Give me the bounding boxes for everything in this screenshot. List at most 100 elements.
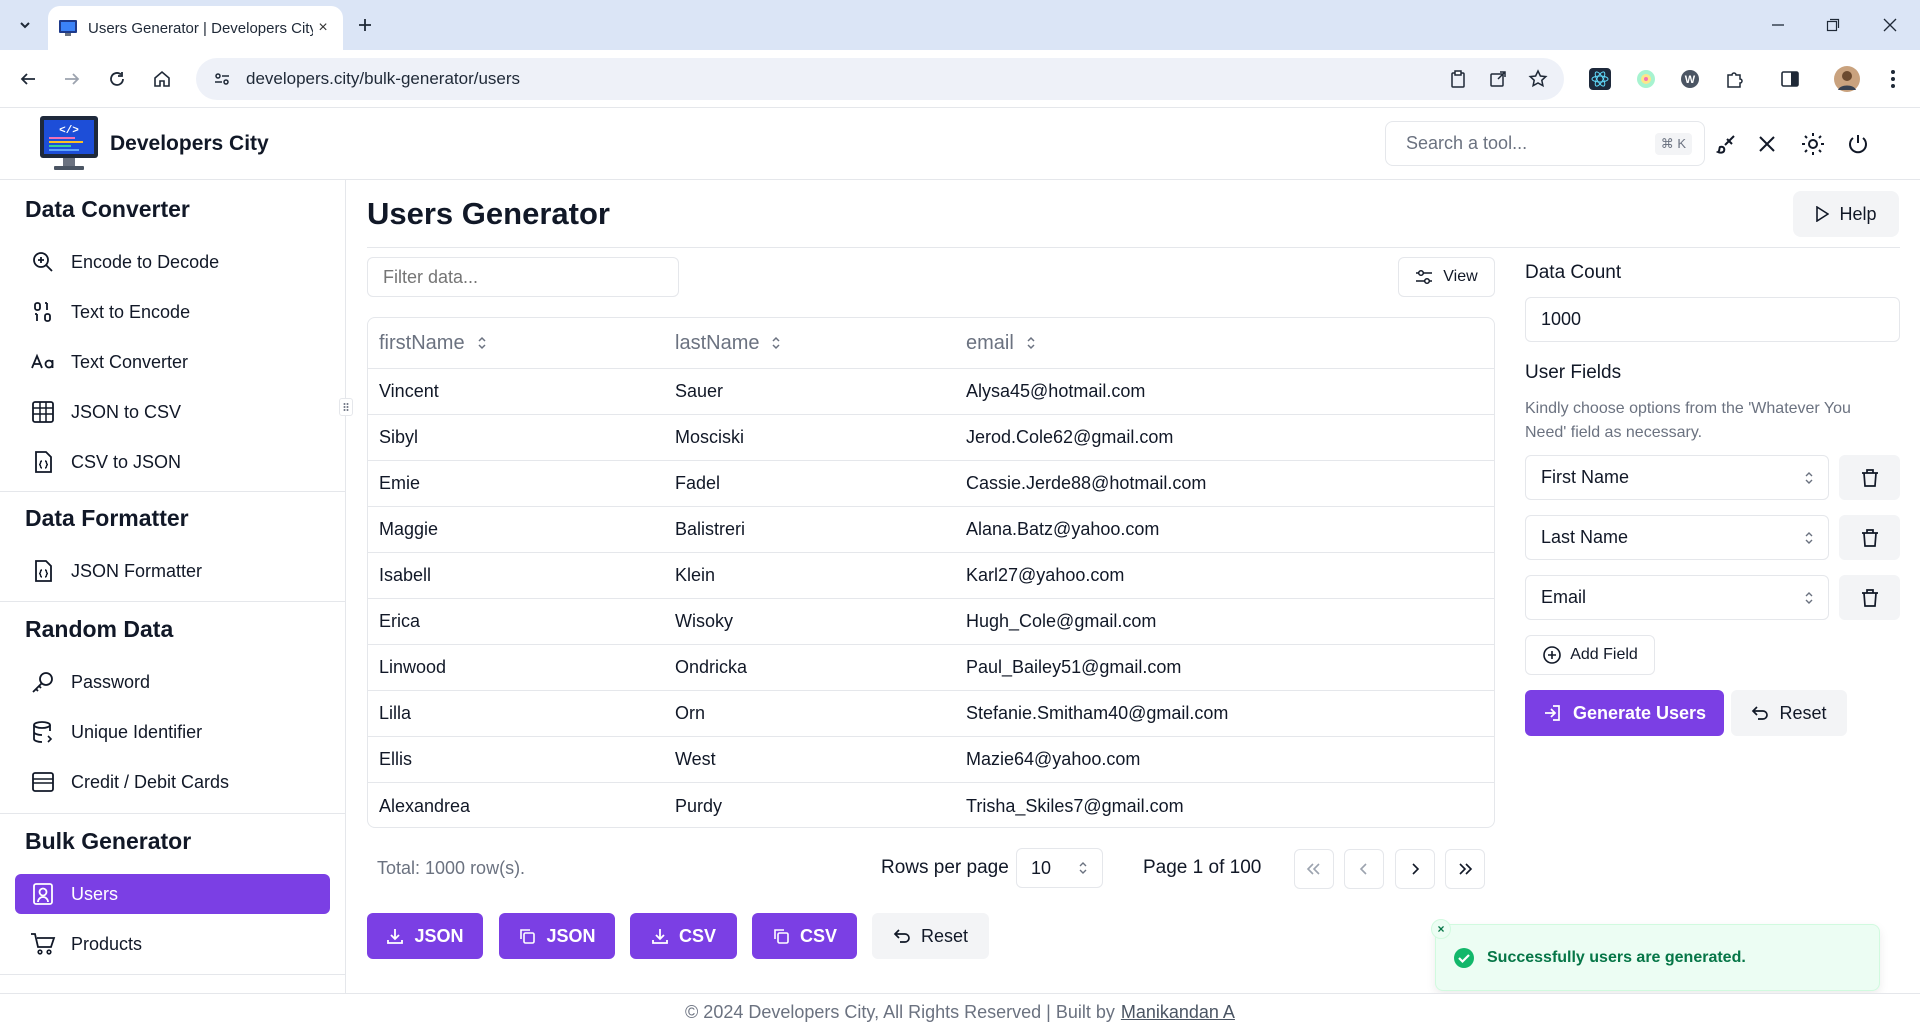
tab-close-icon[interactable]: × (313, 18, 333, 38)
clipboard-icon[interactable] (1446, 67, 1470, 91)
download-csv-button[interactable]: CSV (630, 913, 737, 959)
sort-icon[interactable] (477, 334, 491, 352)
favicon-icon (58, 18, 78, 38)
column-header-lastname[interactable]: lastName (675, 318, 785, 368)
color-extension-icon[interactable] (1633, 66, 1659, 92)
trash-icon (1861, 468, 1879, 488)
search-placeholder: Search a tool... (1406, 133, 1528, 153)
table-row[interactable]: Emie Fadel Cassie.Jerde88@hotmail.com (368, 461, 1494, 507)
column-header-email[interactable]: email (966, 318, 1040, 368)
field-select-last-name[interactable]: Last Name (1525, 515, 1829, 560)
sidebar-item-users[interactable]: Users (15, 874, 330, 914)
sidebar-item-text-to-encode[interactable]: Text to Encode (15, 292, 330, 332)
reset-table-button[interactable]: Reset (872, 913, 989, 959)
sidebar-item-json-formatter[interactable]: JSON Formatter (15, 551, 330, 591)
rows-per-page-select[interactable]: 10 (1016, 848, 1103, 888)
column-header-label: email (966, 331, 1014, 354)
cell-firstname: Maggie (379, 519, 439, 539)
sidebar-item-text-converter[interactable]: Text Converter (15, 342, 330, 382)
site-info-icon[interactable] (210, 67, 234, 91)
delete-field-button[interactable] (1839, 455, 1900, 500)
table-row[interactable]: Linwood Ondricka Paul_Bailey51@gmail.com (368, 645, 1494, 691)
power-icon[interactable] (1844, 130, 1872, 158)
bookmark-star-icon[interactable] (1526, 67, 1550, 91)
browser-tab[interactable]: Users Generator | Developers City × (48, 6, 343, 50)
toast-message: Successfully users are generated. (1487, 948, 1746, 966)
next-page-button[interactable] (1395, 849, 1435, 889)
search-zoom-icon (30, 249, 56, 275)
table-row[interactable]: Vincent Sauer Alysa45@hotmail.com (368, 369, 1494, 415)
users-table: firstName lastName email Vincent Sauer A… (367, 317, 1495, 828)
field-select-email[interactable]: Email (1525, 575, 1829, 620)
add-field-button[interactable]: Add Field (1525, 635, 1655, 675)
omnibox[interactable]: developers.city/bulk-generator/users (196, 58, 1564, 100)
help-label: Help (1839, 203, 1877, 224)
browser-menu-icon[interactable] (1880, 66, 1906, 92)
sort-icon[interactable] (771, 334, 785, 352)
author-link[interactable]: Manikandan A (1121, 1002, 1235, 1023)
view-options-button[interactable]: View (1398, 257, 1495, 297)
url-text[interactable]: developers.city/bulk-generator/users (246, 69, 520, 89)
help-button[interactable]: Help (1793, 191, 1899, 237)
new-tab-icon[interactable] (352, 12, 378, 38)
chevrons-left-icon (1306, 862, 1322, 876)
trash-icon (1861, 528, 1879, 548)
react-devtools-icon[interactable] (1587, 66, 1613, 92)
sidebar-item-json-to-csv[interactable]: JSON to CSV (15, 392, 330, 432)
table-row[interactable]: Sibyl Mosciski Jerod.Cole62@gmail.com (368, 415, 1494, 461)
brand-logo-icon[interactable]: </> (38, 114, 100, 174)
forward-icon[interactable] (57, 64, 87, 94)
back-icon[interactable] (13, 64, 43, 94)
last-page-button[interactable] (1445, 849, 1485, 889)
sidebar-item-csv-to-json[interactable]: CSV to JSON (15, 442, 330, 482)
reset-fields-button[interactable]: Reset (1731, 690, 1847, 736)
sidebar-item-credit-debit-cards[interactable]: Credit / Debit Cards (15, 762, 330, 802)
toast-close-icon[interactable]: × (1431, 919, 1451, 939)
first-page-button[interactable] (1294, 849, 1334, 889)
data-count-input[interactable]: 1000 (1525, 297, 1900, 342)
table-row[interactable]: Ellis West Mazie64@yahoo.com (368, 737, 1494, 783)
sidebar-item-password[interactable]: Password (15, 662, 330, 702)
field-select-first-name[interactable]: First Name (1525, 455, 1829, 500)
restore-icon[interactable] (1820, 12, 1846, 38)
copy-csv-button[interactable]: CSV (752, 913, 857, 959)
resize-grip-icon[interactable] (339, 398, 353, 416)
delete-field-button[interactable] (1839, 575, 1900, 620)
sidebar-item-products[interactable]: Products (15, 924, 330, 964)
extensions-puzzle-icon[interactable] (1722, 66, 1748, 92)
window-close-icon[interactable] (1877, 12, 1903, 38)
table-row[interactable]: Erica Wisoky Hugh_Cole@gmail.com (368, 599, 1494, 645)
open-external-icon[interactable] (1486, 67, 1510, 91)
side-panel-icon[interactable] (1777, 66, 1803, 92)
table-row[interactable]: Maggie Balistreri Alana.Batz@yahoo.com (368, 507, 1494, 553)
home-icon[interactable] (147, 64, 177, 94)
brand-name[interactable]: Developers City (110, 132, 269, 156)
theme-sun-icon[interactable] (1799, 130, 1827, 158)
column-header-label: firstName (379, 331, 465, 354)
wordpress-icon[interactable]: W (1677, 66, 1703, 92)
previous-page-button[interactable] (1344, 849, 1384, 889)
x-twitter-icon[interactable] (1753, 130, 1781, 158)
minimize-icon[interactable] (1765, 12, 1791, 38)
brush-icon[interactable] (1713, 130, 1741, 158)
filter-input[interactable] (367, 257, 679, 297)
sidebar-item-encode-to-decode[interactable]: Encode to Decode (15, 242, 330, 282)
copy-json-button[interactable]: JSON (499, 913, 615, 959)
table-icon (30, 399, 56, 425)
download-json-button[interactable]: JSON (367, 913, 483, 959)
tab-search-chevron-icon[interactable] (10, 10, 40, 40)
profile-avatar-icon[interactable] (1834, 66, 1860, 92)
column-header-firstname[interactable]: firstName (379, 318, 491, 368)
table-row[interactable]: Alexandrea Purdy Trisha_Skiles7@gmail.co… (368, 783, 1494, 827)
sidebar-item-unique-identifier[interactable]: Unique Identifier (15, 712, 330, 752)
sort-icon[interactable] (1026, 334, 1040, 352)
copy-json-label: JSON (546, 925, 596, 946)
generate-users-button[interactable]: Generate Users (1525, 690, 1724, 736)
delete-field-button[interactable] (1839, 515, 1900, 560)
table-row[interactable]: Lilla Orn Stefanie.Smitham40@gmail.com (368, 691, 1494, 737)
reload-icon[interactable] (102, 64, 132, 94)
tool-search[interactable]: Search a tool... ⌘ K (1385, 121, 1705, 166)
cell-email: Paul_Bailey51@gmail.com (966, 657, 1182, 677)
table-row[interactable]: Isabell Klein Karl27@yahoo.com (368, 553, 1494, 599)
user-fields-hint: Kindly choose options from the 'Whatever… (1525, 400, 1851, 441)
